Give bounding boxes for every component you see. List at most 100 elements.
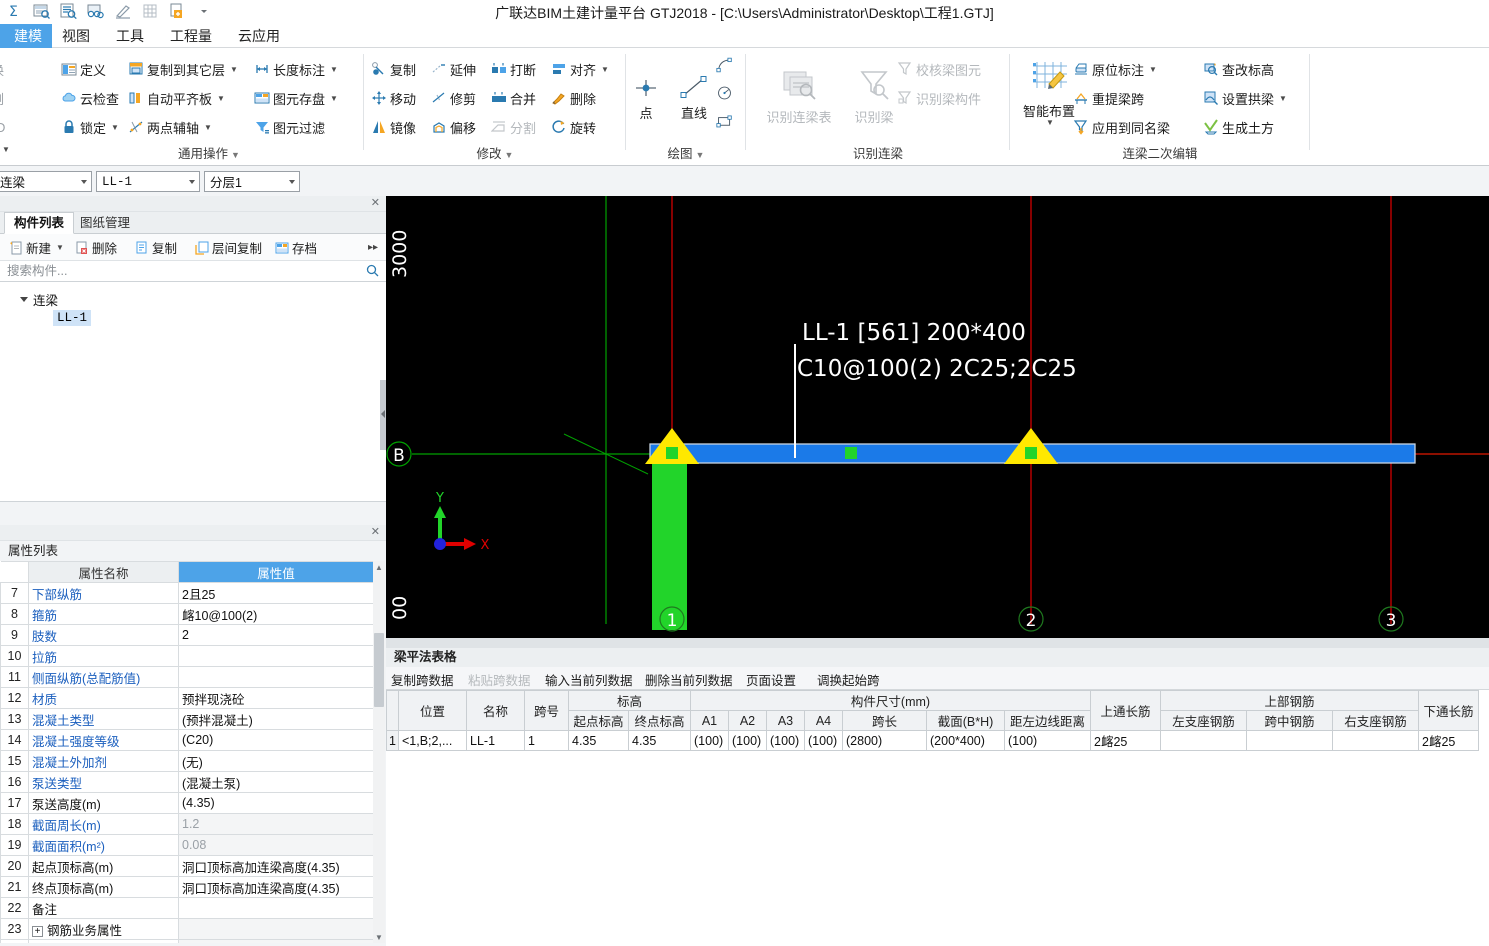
ribbon-item-extend[interactable]: 延伸 [430,56,476,82]
chevron-down-icon[interactable]: ▼ [1020,119,1080,127]
ribbon-item-copy-to-other-layers[interactable]: 复制到其它层 ▼ [127,56,238,82]
property-row[interactable]: 23 + 钢筋业务属性 [0,918,374,940]
beam-cell-sel[interactable]: 4.35 [568,730,629,751]
property-row[interactable]: 14 混凝土强度等级 (C20) [0,729,374,751]
ribbon-item-cloud-check[interactable]: 云检查 [60,85,119,111]
property-row-value[interactable]: 䘔10@100(2) [178,603,374,625]
beam-col-top[interactable]: 上通长筋 [1090,690,1161,731]
property-row[interactable]: 7 下部纵筋 2且25 [0,582,374,604]
beam-col-dist[interactable]: 距左边线距离 [1004,710,1091,731]
menu-item-view[interactable]: 视图 [52,24,100,48]
beam-col-rbar[interactable]: 右支座钢筋 [1332,710,1419,731]
copy-span-data-button[interactable]: 复制跨数据 [391,670,454,689]
ribbon-item-rotate[interactable]: 旋转 [550,114,596,140]
property-row-value[interactable] [178,918,374,940]
property-row-value[interactable]: (混凝土泵) [178,771,374,793]
beam-cell-len[interactable]: (2800) [842,730,927,751]
delete-component-button[interactable]: 删除 [74,238,117,257]
beam-cell-sect[interactable]: (200*400) [926,730,1005,751]
property-row[interactable]: 20 起点顶标高(m) 洞口顶标高加连梁高度(4.35) [0,855,374,877]
chevron-down-icon[interactable]: ▼ [696,150,705,160]
ribbon-item-element-filter[interactable]: 图元过滤 [253,114,325,140]
chevron-down-icon[interactable] [189,180,195,184]
chevron-down-icon[interactable]: ▼ [1279,94,1287,103]
beam-col-sect[interactable]: 截面(B*H) [926,710,1005,731]
ribbon-item-split[interactable]: 分割 [490,114,536,140]
ribbon-item-trim[interactable]: 修剪 [430,85,476,111]
beam-col-mbar[interactable]: 跨中钢筋 [1246,710,1333,731]
ribbon-item-replace[interactable]: 替换 [0,56,4,82]
delete-current-column-button[interactable]: 删除当前列数据 [645,670,733,689]
beam-cell-a3[interactable]: (100) [766,730,805,751]
chevron-down-icon[interactable]: ▼ [2,145,10,154]
ribbon-item-scale[interactable]: 比例 [0,85,4,111]
property-row-value[interactable]: 2 [178,624,374,646]
ribbon-item-recognize-beam[interactable]: 识别梁 [844,60,904,126]
property-row[interactable]: 18 截面周长(m) 1.2 [0,813,374,835]
property-row[interactable]: 22 备注 [0,897,374,919]
beam-cell-rown[interactable]: 1 [386,730,399,751]
chevron-down-icon[interactable]: ▼ [330,65,338,74]
scrollbar-thumb[interactable] [374,633,384,707]
property-row-value[interactable]: 2且25 [178,582,374,604]
ribbon-item-move[interactable]: 移动 [370,85,416,111]
ribbon-item-line[interactable]: 直线 [668,56,720,122]
menu-item-quantity[interactable]: 工程量 [160,24,222,48]
property-row[interactable]: 17 泵送高度(m) (4.35) [0,792,374,814]
chevron-down-icon[interactable] [81,180,87,184]
ribbon-item-copy[interactable]: 复制 [370,56,416,82]
ribbon-item-length-dimension[interactable]: 长度标注 ▼ [253,56,338,82]
ribbon-item-point[interactable]: 点 [622,56,670,122]
beam-cell-dist[interactable]: (100) [1004,730,1091,751]
chevron-down-icon[interactable]: ▼ [56,243,64,252]
beam-col-rown[interactable] [386,690,399,731]
beam-cell-a1[interactable]: (100) [690,730,729,751]
panel-collapse-handle[interactable] [380,380,386,450]
expand-icon[interactable]: + [32,925,43,937]
member-name-combo[interactable]: LL-1 [96,171,200,192]
ribbon-item-generate-earthwork[interactable]: 生成土方 [1202,114,1274,140]
beam-col-a2[interactable]: A2 [728,710,767,731]
ribbon-item-element-save[interactable]: 图元存盘 ▼ [253,85,338,111]
beam-cell-eel[interactable]: 4.35 [628,730,691,751]
chevron-down-icon[interactable]: ▼ [204,123,212,132]
drawing-canvas[interactable]: 3000 00 B 1 2 3 LL-1 [561] 200*400 C10@1… [386,196,1489,638]
close-icon[interactable]: ✕ [371,526,380,539]
property-row[interactable]: + [0,939,374,943]
ribbon-item-in-situ-annotation[interactable]: 原位标注 ▼ [1072,56,1157,82]
beam-cell-name[interactable]: LL-1 [466,730,525,751]
beam-grid-row[interactable]: 1 <1,B;2,... LL-1 1 4.35 4.35 (100) (100) (100)(… [386,730,1479,751]
ribbon-item-re-extract-span[interactable]: 重提梁跨 [1072,85,1144,111]
search-box[interactable] [0,261,386,282]
beam-col-span[interactable]: 跨号 [524,690,569,731]
close-icon[interactable]: ✕ [371,197,380,210]
beam-cell-a2[interactable]: (100) [728,730,767,751]
property-row[interactable]: 11 侧面纵筋(总配筋值) [0,666,374,688]
beam-col-lbar[interactable]: 左支座钢筋 [1160,710,1247,731]
ribbon-item-align[interactable]: 对齐 ▼ [550,56,609,82]
ribbon-item-smart-layout[interactable]: 智能布置 ▼ [1018,54,1080,127]
property-row[interactable]: 13 混凝土类型 (预拌混凝土) [0,708,374,730]
tab-component-list[interactable]: 构件列表 [4,212,75,234]
scroll-down-icon[interactable]: ▼ [373,931,385,943]
ribbon-item-check-elevation[interactable]: 查改标高 [1202,56,1274,82]
beam-cell-a4[interactable]: (100) [804,730,843,751]
beam-cell-bot[interactable]: 2䘔25 [1418,730,1479,751]
ribbon-item-check-beam-element[interactable]: 校核梁图元 [896,56,981,82]
menu-item-tools[interactable]: 工具 [106,24,154,48]
ribbon-item-rect[interactable] [716,108,733,134]
tree-node-coupling-beam[interactable]: 连梁 [20,290,58,309]
property-row-value[interactable]: 洞口顶标高加连梁高度(4.35) [178,855,374,877]
new-component-button[interactable]: 新建 ▼ [8,238,64,257]
swap-start-span-button[interactable]: 调换起始跨 [817,670,880,689]
ribbon-item-circle[interactable] [716,80,733,106]
beam-cell-pos[interactable]: <1,B;2,... [398,730,467,751]
property-row-value[interactable] [178,939,374,943]
ribbon-item-recognize-beam-table[interactable]: 识别连梁表 [756,60,842,126]
chevron-down-icon[interactable]: ▼ [1149,65,1157,74]
archive-button[interactable]: 存档 [274,238,317,257]
property-row[interactable]: 12 材质 预拌现浇砼 [0,687,374,709]
tree-leaf-ll-1[interactable]: LL-1 [53,310,92,326]
property-row-value[interactable]: (C20) [178,729,374,751]
beam-grid-wrapper[interactable]: 位置 名称 跨号 标高 构件尺寸(mm) 上通长筋 上部钢筋 下通长筋 起点标高 终点标高 A1 A2… [386,690,1489,946]
